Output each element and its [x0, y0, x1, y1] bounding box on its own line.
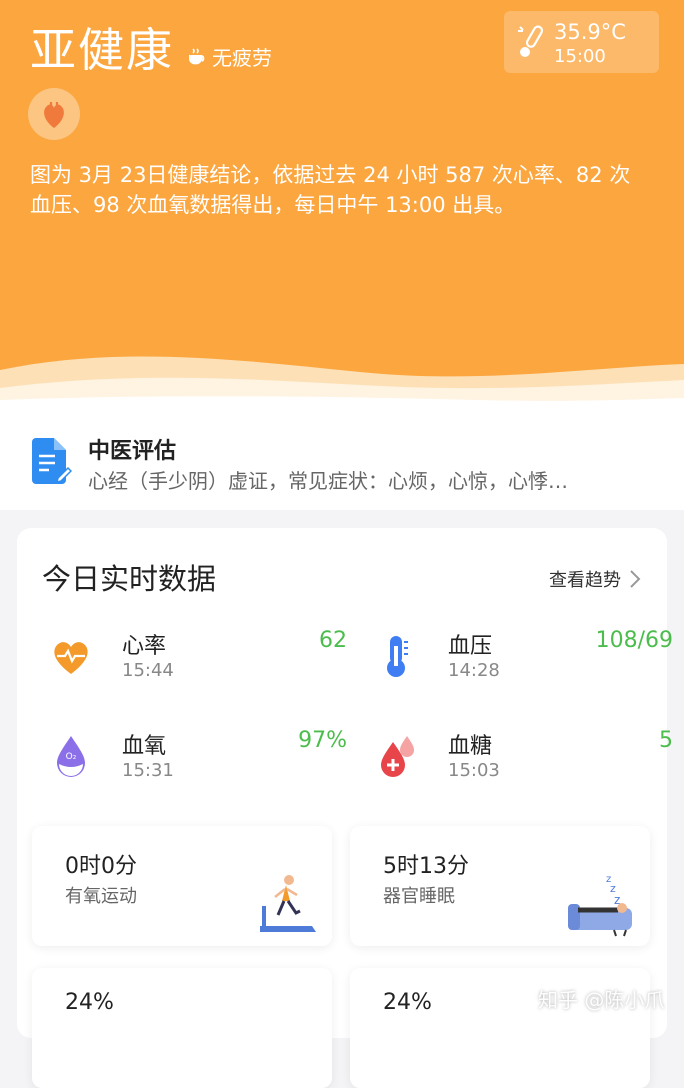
view-trend-label: 查看趋势 — [549, 570, 621, 591]
realtime-data-card: 今日实时数据 查看趋势 心率 15:44 62 血压 14:28 108/69 — [17, 528, 673, 1088]
tcm-title: 中医评估 — [88, 439, 177, 464]
watermark: 知乎 @陈小爪 — [538, 988, 665, 1012]
tcm-description: 心经（手少阴）虚证，常见症状：心烦，心惊，心悸… — [88, 469, 568, 493]
thermometer-icon — [387, 636, 408, 677]
tile-aerobic-exercise[interactable]: 0时0分 有氧运动 — [32, 826, 332, 946]
temperature-value: 35.9°C — [554, 20, 626, 44]
metric-blood-pressure[interactable]: 血压 14:28 108/69 — [373, 628, 673, 698]
fatigue-label: 无疲劳 — [212, 46, 272, 70]
metric-heart-rate[interactable]: 心率 15:44 62 — [47, 628, 347, 698]
tile-organ-sleep[interactable]: 5时13分 器官睡眠 z z z — [350, 826, 650, 946]
chevron-right-icon — [630, 570, 641, 588]
metric-label: 心率 — [122, 634, 167, 659]
metric-blood-oxygen[interactable]: O₂ 血氧 15:31 97% — [47, 728, 347, 798]
fatigue-status: 无疲劳 — [186, 42, 272, 71]
heart-rate-icon — [54, 642, 88, 674]
tile-value: 24% — [65, 990, 114, 1015]
header-wave-decoration — [0, 356, 684, 410]
metric-time: 14:28 — [448, 660, 500, 681]
health-status-header: 亚健康 无疲劳 35.9°C 15:00 图为 3月 23日健康结论，依据过去 … — [0, 0, 684, 410]
cup-icon — [189, 47, 205, 64]
tile-stat-1[interactable]: 24% — [32, 968, 332, 1088]
tile-label: 器官睡眠 — [383, 886, 455, 907]
treadmill-icon — [260, 875, 316, 932]
metric-blood-sugar[interactable]: 血糖 15:03 5 — [373, 728, 673, 798]
temperature-card[interactable]: 35.9°C 15:00 — [504, 11, 659, 73]
tcm-assessment[interactable]: 中医评估 心经（手少阴）虚证，常见症状：心烦，心惊，心悸… — [0, 410, 684, 510]
metric-time: 15:44 — [122, 660, 174, 681]
metric-value: 5 — [659, 728, 673, 753]
document-icon — [32, 438, 72, 484]
tile-label: 有氧运动 — [65, 886, 137, 907]
health-conclusion-text: 图为 3月 23日健康结论，依据过去 24 小时 587 次心率、82 次血压、… — [30, 163, 631, 217]
metric-label: 血压 — [448, 634, 493, 659]
metric-time: 15:03 — [448, 760, 500, 781]
sleeping-person-icon: z z z — [568, 874, 632, 937]
blood-drop-icon — [381, 736, 414, 777]
heart-organ-icon — [28, 88, 80, 140]
thermometer-icon — [518, 25, 544, 57]
view-trend-link[interactable]: 查看趋势 — [549, 566, 641, 592]
metric-label: 血糖 — [448, 734, 493, 759]
temperature-time: 15:00 — [554, 46, 606, 67]
tile-value: 0时0分 — [65, 854, 137, 879]
metric-value: 108/69 — [595, 628, 673, 653]
health-status-title: 亚健康 — [30, 23, 174, 77]
metric-label: 血氧 — [122, 734, 167, 759]
metric-value: 62 — [319, 628, 347, 653]
oxygen-drop-icon: O₂ — [57, 736, 85, 777]
svg-text:O₂: O₂ — [66, 752, 77, 762]
tile-value: 5时13分 — [383, 854, 469, 879]
metric-time: 15:31 — [122, 760, 174, 781]
realtime-title: 今日实时数据 — [42, 562, 217, 596]
metric-value: 97% — [298, 728, 347, 753]
tile-value: 24% — [383, 990, 432, 1015]
